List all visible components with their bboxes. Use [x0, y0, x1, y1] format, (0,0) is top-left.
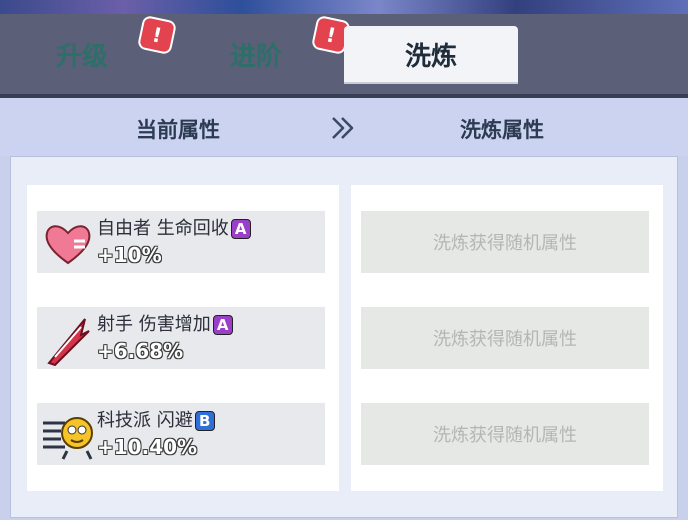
grade-badge: A: [212, 315, 233, 335]
reroll-slot: 洗炼获得随机属性: [361, 403, 649, 465]
attribute-value: +10.40%: [97, 435, 198, 459]
grade-badge: B: [194, 411, 215, 431]
current-attributes-title: 当前属性: [136, 118, 220, 142]
attribute-row: 射手 伤害增加 A +6.68%: [37, 307, 325, 369]
tab-bar: 升级 ! 进阶 ! 洗炼: [0, 14, 688, 98]
alert-badge-icon: !: [136, 14, 178, 56]
attribute-name: 射手 伤害增加 A: [97, 310, 233, 336]
tab-advance[interactable]: 进阶: [230, 36, 282, 73]
slash-icon: [47, 318, 90, 367]
double-chevron-right-icon: [332, 117, 354, 139]
attributes-panel: 自由者 生命回收 A +10% 射手 伤害增加 A +6.68% 科技派 闪避 B +…: [10, 156, 678, 518]
attribute-value: +6.68%: [97, 339, 184, 363]
reroll-slot: 洗炼获得随机属性: [361, 211, 649, 273]
tab-reroll[interactable]: 洗炼: [344, 26, 518, 82]
current-attributes-column: 自由者 生命回收 A +10% 射手 伤害增加 A +6.68% 科技派 闪避 B +…: [27, 185, 339, 491]
attribute-row: 科技派 闪避 B +10.40%: [37, 403, 325, 465]
reroll-slot: 洗炼获得随机属性: [361, 307, 649, 369]
tab-upgrade[interactable]: 升级: [56, 36, 108, 73]
grade-badge: A: [230, 219, 251, 239]
robot-emoji-icon: [43, 417, 93, 460]
reroll-attributes-title: 洗炼属性: [460, 118, 544, 142]
attribute-name: 自由者 生命回收 A: [97, 214, 251, 240]
attribute-row: 自由者 生命回收 A +10%: [37, 211, 325, 273]
heart-icon: [45, 225, 91, 265]
reroll-attributes-column: 洗炼获得随机属性 洗炼获得随机属性 洗炼获得随机属性: [351, 185, 663, 491]
attribute-name: 科技派 闪避 B: [97, 406, 215, 432]
attribute-value: +10%: [97, 243, 162, 267]
